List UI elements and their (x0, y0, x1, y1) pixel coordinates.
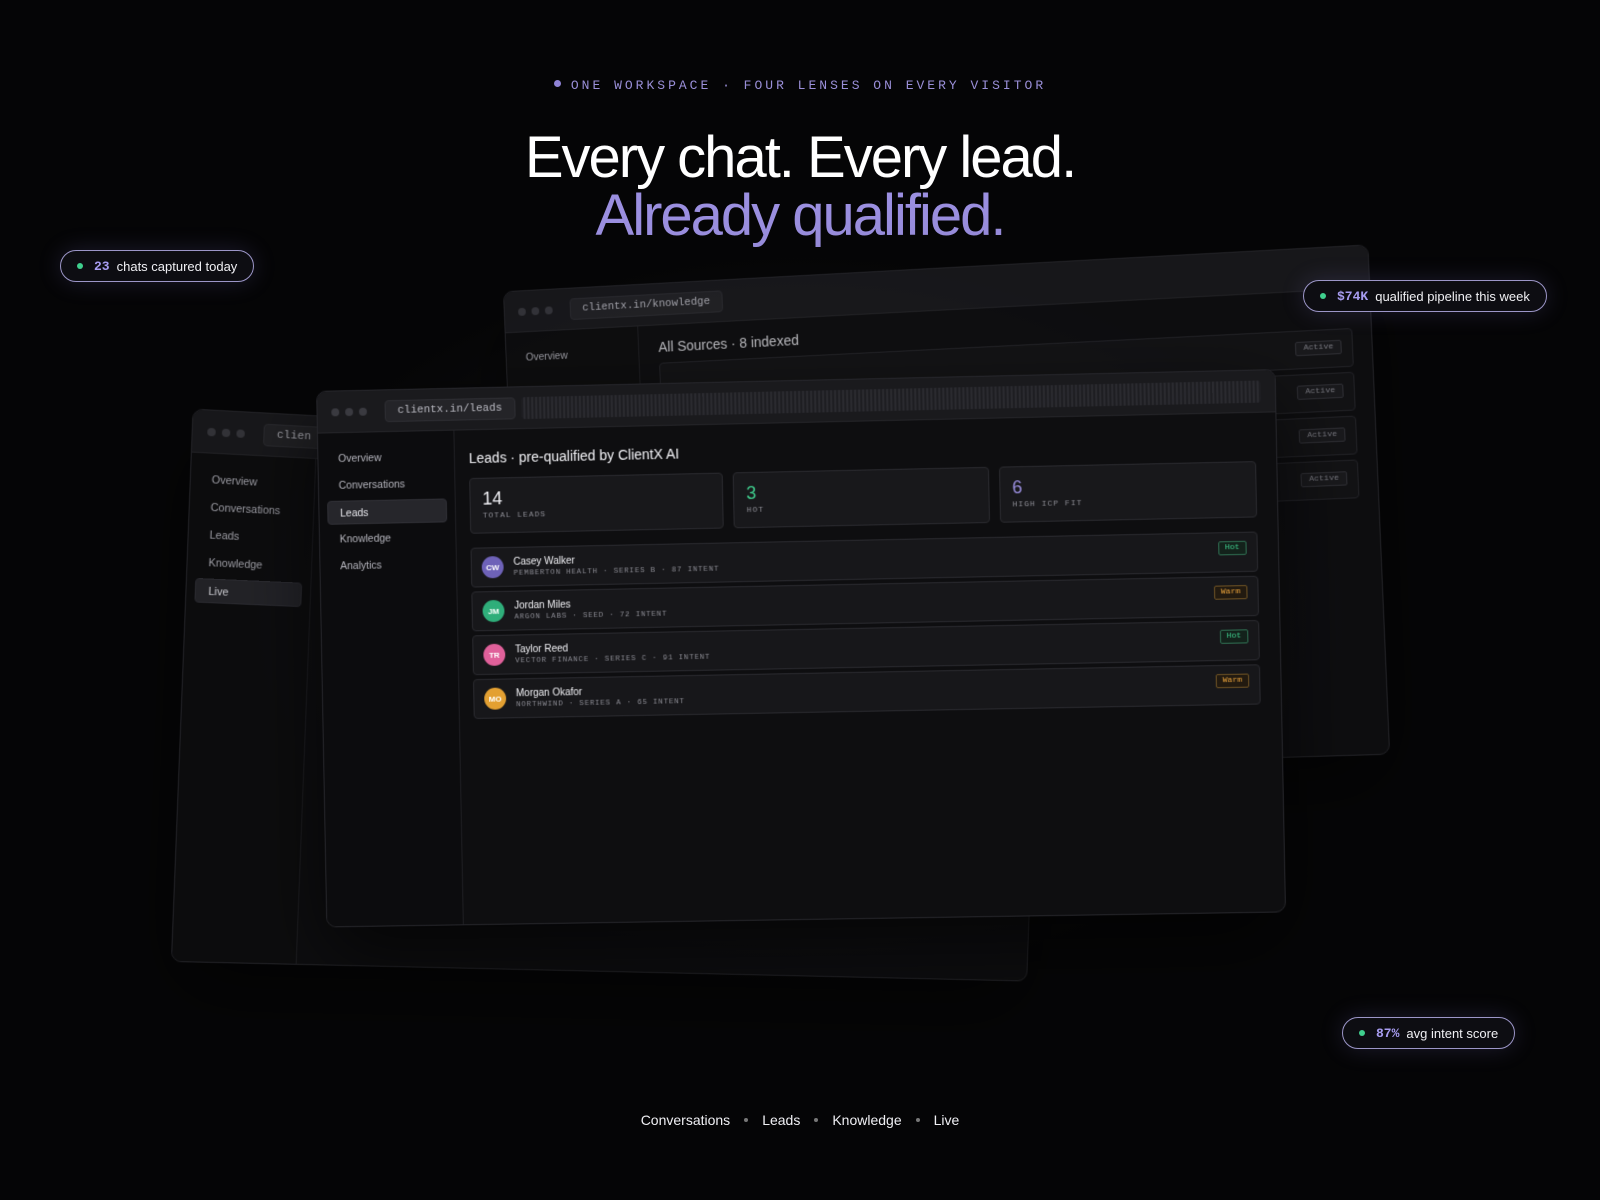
footer-link-leads[interactable]: Leads (762, 1112, 800, 1128)
lead-info: Jordan Miles ARGON LABS · SEED · 72 INTEN… (514, 597, 667, 621)
leads-nav-leads[interactable]: Leads (327, 498, 448, 525)
live-nav-overview[interactable]: Overview (199, 467, 307, 497)
pipeline-pill: $74K qualified pipeline this week (1303, 280, 1547, 312)
lead-status-badge: Hot (1219, 629, 1249, 644)
status-badge: Active (1295, 339, 1342, 357)
footer-link-live[interactable]: Live (934, 1112, 960, 1128)
lead-name: Taylor Reed (514, 642, 569, 655)
stat-total-leads: 14 TOTAL LEADS (469, 472, 725, 534)
window-dot-icon (345, 407, 354, 416)
window-dot-icon (544, 305, 553, 315)
window-dot-icon (207, 427, 216, 436)
leads-title: Leads · pre-qualified by ClientX AI (468, 445, 680, 467)
window-dot-icon (517, 307, 526, 316)
lead-status-badge: Hot (1217, 540, 1247, 556)
leads-nav-conversations[interactable]: Conversations (327, 472, 447, 498)
footer-link-conversations[interactable]: Conversations (641, 1112, 731, 1128)
live-nav-leads[interactable]: Leads (197, 523, 305, 553)
knowledge-nav-overview[interactable]: Overview (514, 341, 631, 370)
window-dot-icon (221, 428, 231, 437)
pill-value: 23 (94, 258, 110, 274)
live-url-bar[interactable]: clien (263, 423, 325, 449)
avatar: MO (484, 687, 507, 710)
status-badge: Active (1300, 471, 1348, 488)
lead-name: Morgan Okafor (515, 686, 583, 699)
dot-icon (553, 80, 561, 87)
stat-hot: 3 HOT (732, 466, 990, 529)
stat-value: 3 (746, 482, 757, 504)
leads-nav-analytics[interactable]: Analytics (328, 552, 448, 578)
leads-url-bar[interactable]: clientx.in/leads (384, 396, 516, 422)
window-dot-icon (358, 407, 367, 416)
status-dot-icon (1320, 293, 1326, 299)
avatar: TR (483, 643, 506, 666)
lead-name: Jordan Miles (514, 599, 571, 612)
lead-info: Casey Walker PEMBERTON HEALTH · SERIES B … (513, 552, 719, 577)
leads-nav-overview[interactable]: Overview (326, 445, 446, 471)
live-nav-knowledge[interactable]: Knowledge (195, 550, 303, 579)
window-dot-icon (531, 306, 540, 315)
avatar: CW (481, 556, 504, 579)
lead-status-badge: Warm (1213, 585, 1248, 600)
window-dot-icon (331, 407, 340, 416)
live-sidebar: Overview Conversations Leads Knowledge L… (171, 452, 317, 964)
lead-info: Taylor Reed VECTOR FINANCE · SERIES C · 9… (515, 640, 710, 665)
lead-status-badge: Warm (1215, 673, 1250, 689)
pill-value: 87% (1376, 1025, 1400, 1041)
eyebrow: ONE WORKSPACE · FOUR LENSES ON EVERY VIS… (0, 78, 1600, 93)
eyebrow-text: ONE WORKSPACE · FOUR LENSES ON EVERY VIS… (570, 78, 1047, 93)
lead-meta: PEMBERTON HEALTH · SERIES B · 87 INTENT (513, 565, 720, 578)
leads-nav-knowledge[interactable]: Knowledge (328, 525, 448, 551)
stat-value: 14 (482, 488, 503, 509)
url-bar-fill (520, 379, 1261, 419)
stat-value: 6 (1011, 477, 1023, 498)
intent-score-pill: 87% avg intent score (1342, 1017, 1516, 1049)
lead-info: Morgan Okafor NORTHWIND · SERIES A · 65 I… (516, 685, 685, 709)
pill-value: $74K (1337, 288, 1369, 304)
headline: Every chat. Every lead. (524, 125, 1077, 190)
pill-label: qualified pipeline this week (1375, 288, 1530, 304)
avatar: JM (482, 599, 505, 623)
live-nav-live[interactable]: Live (194, 577, 303, 608)
lead-meta: ARGON LABS · SEED · 72 INTENT (514, 610, 668, 622)
pill-label: avg intent score (1406, 1025, 1499, 1041)
separator-dot-icon (744, 1118, 749, 1122)
stat-high-icp-fit: 6 HIGH ICP FIT (998, 461, 1258, 523)
footer-nav: Conversations Leads Knowledge Live (0, 1112, 1600, 1128)
leads-window: clientx.in/leads Overview Conversations … (316, 369, 1287, 928)
knowledge-url-bar[interactable]: clientx.in/knowledge (569, 289, 724, 320)
chats-captured-pill: 23 chats captured today (60, 250, 255, 282)
leads-sidebar: Overview Conversations Leads Knowledge A… (317, 430, 464, 927)
status-badge: Active (1296, 383, 1344, 400)
footer-link-knowledge[interactable]: Knowledge (832, 1112, 901, 1128)
leads-list: CW Casey Walker PEMBERTON HEALTH · SERIES … (470, 531, 1261, 719)
subheadline: Already qualified. (595, 183, 1007, 248)
status-dot-icon (77, 263, 83, 269)
lead-meta: NORTHWIND · SERIES A · 65 INTENT (516, 697, 685, 709)
status-dot-icon (1359, 1030, 1365, 1036)
window-dot-icon (236, 428, 245, 438)
live-nav-conversations[interactable]: Conversations (198, 495, 306, 525)
lead-meta: VECTOR FINANCE · SERIES C · 91 INTENT (515, 653, 711, 665)
leads-main: Leads · pre-qualified by ClientX AI 14 T… (468, 412, 1285, 924)
status-badge: Active (1298, 427, 1346, 444)
stats-row: 14 TOTAL LEADS 3 HOT 6 HIGH ICP FIT (469, 461, 1258, 534)
separator-dot-icon (814, 1118, 819, 1122)
pill-label: chats captured today (116, 258, 238, 274)
separator-dot-icon (915, 1118, 920, 1122)
